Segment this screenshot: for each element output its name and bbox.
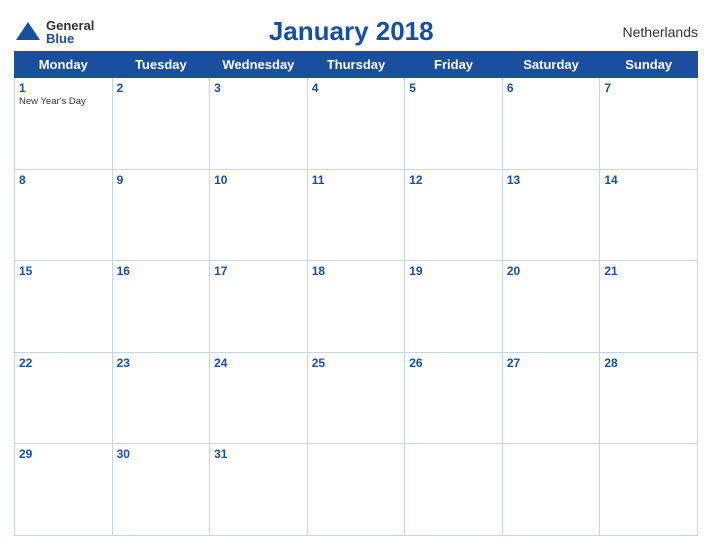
- calendar-day-cell: 29: [15, 444, 113, 536]
- day-number: 23: [117, 356, 206, 370]
- calendar-day-cell: 8: [15, 169, 113, 261]
- day-number: 3: [214, 81, 303, 95]
- day-number: 17: [214, 264, 303, 278]
- calendar-day-cell: 17: [210, 261, 308, 353]
- day-number: 22: [19, 356, 108, 370]
- calendar-day-cell: [405, 444, 503, 536]
- calendar-header-row: Monday Tuesday Wednesday Thursday Friday…: [15, 52, 698, 78]
- day-number: 12: [409, 173, 498, 187]
- logo-area: General Blue: [14, 18, 94, 46]
- calendar-day-cell: 15: [15, 261, 113, 353]
- calendar-day-cell: 20: [502, 261, 600, 353]
- calendar-week-row: 89 10 11 12 13 14: [15, 169, 698, 261]
- day-number: 31: [214, 447, 303, 461]
- col-friday: Friday: [405, 52, 503, 78]
- calendar-day-cell: 11: [307, 169, 405, 261]
- calendar-day-cell: 1New Year's Day: [15, 78, 113, 170]
- calendar-day-cell: [502, 444, 600, 536]
- calendar-day-cell: 26: [405, 352, 503, 444]
- day-number: 1: [19, 81, 108, 95]
- calendar-week-row: 22 23 24 25 26 27 28: [15, 352, 698, 444]
- day-number: 30: [117, 447, 206, 461]
- holiday-label: New Year's Day: [19, 96, 108, 107]
- calendar-day-cell: 13: [502, 169, 600, 261]
- calendar-week-row: 15 16 17 18 19 20 21: [15, 261, 698, 353]
- day-number: 6: [507, 81, 596, 95]
- day-number: 19: [409, 264, 498, 278]
- day-number: 15: [19, 264, 108, 278]
- calendar-day-cell: 6: [502, 78, 600, 170]
- logo-blue-text: Blue: [46, 32, 94, 45]
- calendar-day-cell: 27: [502, 352, 600, 444]
- day-number: 16: [117, 264, 206, 278]
- day-number: 25: [312, 356, 401, 370]
- calendar-day-cell: 23: [112, 352, 210, 444]
- day-number: 10: [214, 173, 303, 187]
- logo-general-text: General: [46, 19, 94, 32]
- calendar-day-cell: 3: [210, 78, 308, 170]
- calendar-table: Monday Tuesday Wednesday Thursday Friday…: [14, 51, 698, 536]
- calendar-day-cell: 16: [112, 261, 210, 353]
- calendar-day-cell: 31: [210, 444, 308, 536]
- day-number: 4: [312, 81, 401, 95]
- day-number: 29: [19, 447, 108, 461]
- country-label: Netherlands: [608, 24, 698, 40]
- calendar-day-cell: [600, 444, 698, 536]
- day-number: 28: [604, 356, 693, 370]
- calendar-day-cell: 21: [600, 261, 698, 353]
- calendar-day-cell: 14: [600, 169, 698, 261]
- col-sunday: Sunday: [600, 52, 698, 78]
- day-number: 5: [409, 81, 498, 95]
- generalblue-logo-icon: [14, 18, 42, 46]
- calendar-day-cell: [307, 444, 405, 536]
- calendar-day-cell: 7: [600, 78, 698, 170]
- day-number: 21: [604, 264, 693, 278]
- day-number: 14: [604, 173, 693, 187]
- day-number: 8: [19, 173, 108, 187]
- day-number: 18: [312, 264, 401, 278]
- col-wednesday: Wednesday: [210, 52, 308, 78]
- calendar-header: General Blue January 2018 Netherlands: [14, 10, 698, 51]
- day-number: 20: [507, 264, 596, 278]
- col-monday: Monday: [15, 52, 113, 78]
- calendar-week-row: 29 30 31: [15, 444, 698, 536]
- col-tuesday: Tuesday: [112, 52, 210, 78]
- day-number: 13: [507, 173, 596, 187]
- calendar-week-row: 1New Year's Day 234567: [15, 78, 698, 170]
- calendar-day-cell: 30: [112, 444, 210, 536]
- calendar-day-cell: 25: [307, 352, 405, 444]
- calendar-day-cell: 19: [405, 261, 503, 353]
- calendar-day-cell: 28: [600, 352, 698, 444]
- day-number: 11: [312, 173, 401, 187]
- calendar-day-cell: 22: [15, 352, 113, 444]
- col-saturday: Saturday: [502, 52, 600, 78]
- day-number: 24: [214, 356, 303, 370]
- logo-text: General Blue: [46, 19, 94, 45]
- day-number: 9: [117, 173, 206, 187]
- day-number: 27: [507, 356, 596, 370]
- day-number: 2: [117, 81, 206, 95]
- calendar-day-cell: 5: [405, 78, 503, 170]
- calendar-day-cell: 4: [307, 78, 405, 170]
- col-thursday: Thursday: [307, 52, 405, 78]
- day-number: 7: [604, 81, 693, 95]
- calendar-day-cell: 9: [112, 169, 210, 261]
- calendar-day-cell: 18: [307, 261, 405, 353]
- day-number: 26: [409, 356, 498, 370]
- calendar-day-cell: 2: [112, 78, 210, 170]
- calendar-title: January 2018: [94, 16, 608, 47]
- calendar-day-cell: 10: [210, 169, 308, 261]
- calendar-day-cell: 24: [210, 352, 308, 444]
- calendar-day-cell: 12: [405, 169, 503, 261]
- calendar-body: 1New Year's Day2345678910111213141516171…: [15, 78, 698, 536]
